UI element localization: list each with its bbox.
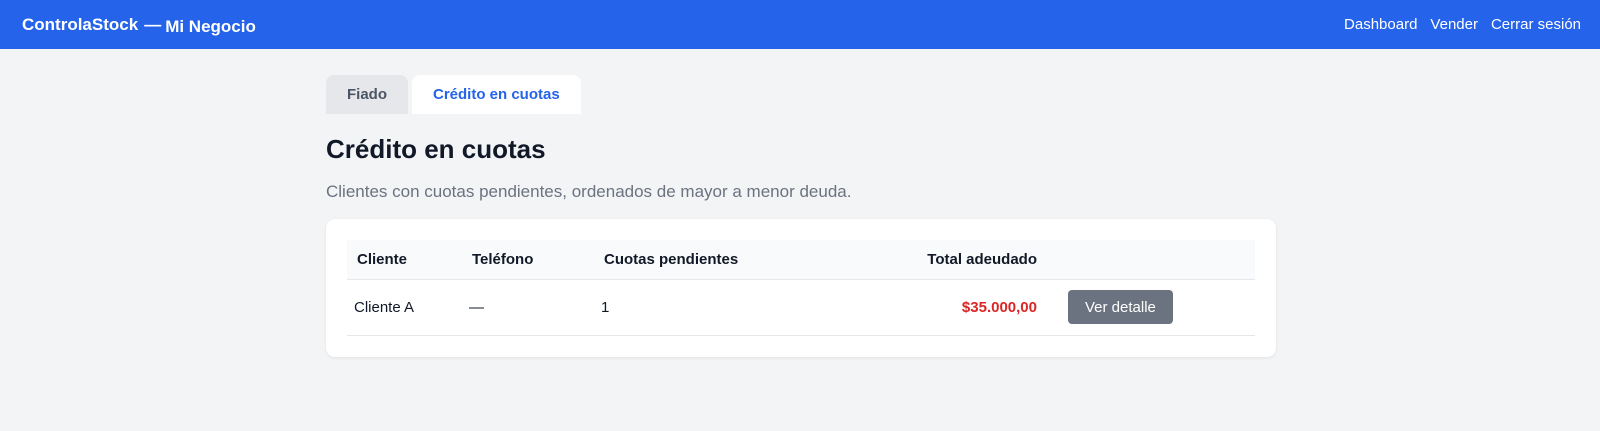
cell-cuotas: 1	[594, 279, 784, 336]
column-header-cuotas: Cuotas pendientes	[594, 240, 784, 280]
page-subtitle: Clientes con cuotas pendientes, ordenado…	[326, 182, 852, 201]
column-header-cliente: Cliente	[347, 240, 462, 280]
brand-separator: —	[144, 14, 162, 34]
main-nav: Dashboard Vender Cerrar sesión	[1344, 16, 1581, 33]
business-name: Mi Negocio	[165, 16, 256, 36]
column-header-total: Total adeudado	[784, 240, 1047, 280]
credit-table: Cliente Teléfono Cuotas pendientes Total…	[347, 240, 1255, 336]
main-content: Fiado Crédito en cuotas Crédito en cuota…	[326, 75, 1276, 357]
column-header-telefono: Teléfono	[462, 240, 594, 280]
nav-link-vender[interactable]: Vender	[1430, 16, 1478, 33]
credit-table-card: Cliente Teléfono Cuotas pendientes Total…	[326, 219, 1276, 357]
cell-telefono: —	[462, 279, 594, 336]
column-header-actions	[1047, 240, 1255, 280]
tab-bar: Fiado Crédito en cuotas	[326, 75, 1276, 114]
table-row: Cliente A — 1 $35.000,00 Ver detalle	[347, 279, 1255, 336]
table-header-row: Cliente Teléfono Cuotas pendientes Total…	[347, 240, 1255, 280]
brand[interactable]: ControlaStock — Mi Negocio	[22, 14, 256, 36]
nav-link-cerrar-sesion[interactable]: Cerrar sesión	[1491, 16, 1581, 33]
top-navbar: ControlaStock — Mi Negocio Dashboard Ven…	[0, 0, 1600, 49]
page-title: Crédito en cuotas	[326, 134, 546, 164]
brand-name: ControlaStock	[22, 14, 139, 34]
nav-link-dashboard[interactable]: Dashboard	[1344, 16, 1417, 33]
cell-cliente: Cliente A	[347, 279, 462, 336]
cell-total-adeudado: $35.000,00	[784, 279, 1047, 336]
tab-credito-en-cuotas[interactable]: Crédito en cuotas	[412, 75, 581, 114]
cell-actions: Ver detalle	[1047, 279, 1255, 336]
tab-fiado[interactable]: Fiado	[326, 75, 408, 114]
ver-detalle-button[interactable]: Ver detalle	[1068, 290, 1173, 324]
